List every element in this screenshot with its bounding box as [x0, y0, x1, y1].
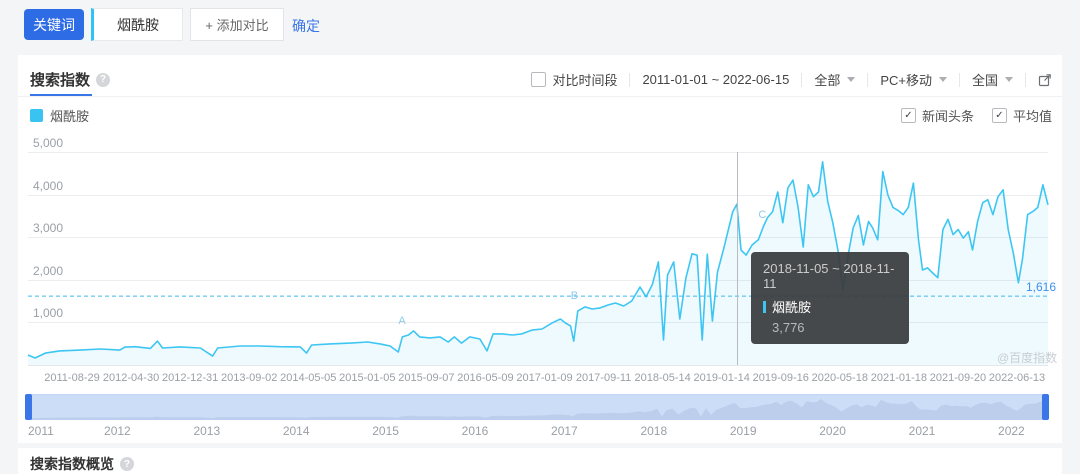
- toggle-label: 新闻头条: [921, 109, 974, 124]
- compare-period-label: 对比时间段: [552, 73, 618, 88]
- overview-panel: [18, 448, 1062, 474]
- tooltip-series-name: 烟酰胺: [772, 300, 812, 315]
- watermark: @百度指数: [997, 351, 1058, 365]
- export-icon: [1038, 73, 1051, 86]
- active-tab-underline: [30, 94, 92, 96]
- slider-mini-chart: [28, 399, 1046, 419]
- checkbox-icon[interactable]: ✓: [991, 108, 1007, 123]
- year-label-2019: 2019: [729, 424, 757, 438]
- year-label-2013: 2013: [193, 424, 221, 438]
- keyword-button[interactable]: 关键词: [24, 9, 84, 40]
- chevron-down-icon: [1005, 77, 1013, 82]
- year-label-2017: 2017: [551, 424, 578, 438]
- separator: [1025, 72, 1026, 87]
- chevron-down-icon: [847, 77, 856, 82]
- date-range-selector[interactable]: 2011-01-01 ~ 2022-06-15: [642, 72, 789, 87]
- date-range-value: 2011-01-01 ~ 2022-06-15: [642, 72, 790, 87]
- checkbox-icon[interactable]: [531, 72, 547, 87]
- timeline-slider-track[interactable]: [28, 394, 1048, 420]
- separator: [801, 72, 803, 87]
- series-legend[interactable]: 烟酰胺: [30, 106, 89, 125]
- separator: [958, 72, 960, 87]
- toggle-average[interactable]: ✓ 平均值: [991, 106, 1052, 125]
- device-value: PC+移动: [880, 73, 932, 88]
- tooltip-series-bar: [763, 300, 766, 313]
- header-divider: [18, 96, 1062, 97]
- panel-title: 搜索指数 ?: [30, 69, 111, 90]
- checkbox-icon[interactable]: ✓: [900, 108, 916, 123]
- marker-A: A: [398, 314, 406, 327]
- slider-handle-left[interactable]: [25, 394, 32, 420]
- x-axis-tick-label: 2022-06-13: [988, 372, 1046, 384]
- marker-B: B: [570, 290, 579, 303]
- tooltip-value: 3,776: [772, 320, 805, 335]
- compare-period-checkbox[interactable]: 对比时间段: [531, 70, 617, 89]
- year-label-2011: 2011: [28, 424, 54, 438]
- scope-value: 全部: [814, 73, 841, 88]
- overview-title-text: 搜索指数概览: [30, 456, 114, 472]
- separator: [629, 72, 631, 87]
- filter-row: 对比时间段 2011-01-01 ~ 2022-06-15 全部 PC+移动 全…: [531, 70, 1052, 89]
- separator: [867, 72, 869, 87]
- chevron-down-icon: [938, 77, 947, 82]
- year-label-2021: 2021: [908, 424, 936, 438]
- overview-title: 搜索指数概览 ?: [30, 454, 134, 474]
- year-label-2020: 2020: [819, 424, 846, 438]
- baidu-index-page: 关键词 烟酰胺 + 添加对比 确定 搜索指数 ? 对比时间段 2011-01-0…: [0, 0, 1080, 474]
- toggle-news-headlines[interactable]: ✓ 新闻头条: [900, 106, 974, 125]
- y-axis-tick-label: 5,000: [33, 136, 64, 150]
- legend-swatch: [30, 109, 43, 122]
- legend-label: 烟酰胺: [50, 109, 90, 124]
- year-label-2012: 2012: [104, 424, 131, 438]
- device-dropdown[interactable]: PC+移动: [880, 70, 947, 89]
- keyword-input[interactable]: 烟酰胺: [91, 8, 183, 41]
- year-label-2018: 2018: [640, 424, 668, 438]
- panel-title-text: 搜索指数: [30, 72, 91, 89]
- scope-dropdown[interactable]: 全部: [814, 70, 856, 89]
- slider-handle-right[interactable]: [1042, 394, 1049, 420]
- marker-C: C: [758, 208, 767, 221]
- region-value: 全国: [971, 73, 998, 88]
- x-axis-line: [28, 365, 1048, 366]
- help-icon[interactable]: ?: [96, 72, 111, 87]
- chart-toggles: ✓ 新闻头条 ✓ 平均值: [900, 106, 1052, 125]
- toggle-label: 平均值: [1012, 109, 1052, 124]
- export-button[interactable]: [1038, 73, 1052, 87]
- chart-tooltip: 2018-11-05 ~ 2018-11-11 烟酰胺 3,776: [751, 252, 909, 344]
- help-icon[interactable]: ?: [120, 457, 134, 471]
- region-dropdown[interactable]: 全国: [972, 70, 1013, 89]
- crosshair-line: [736, 152, 738, 365]
- year-label-2014: 2014: [282, 424, 310, 438]
- add-compare-button[interactable]: + 添加对比: [190, 8, 284, 41]
- year-label-2015: 2015: [372, 424, 399, 438]
- average-value-label: 1,616: [1025, 280, 1056, 295]
- year-label-2022: 2022: [998, 424, 1025, 438]
- confirm-link[interactable]: 确定: [292, 16, 320, 36]
- tooltip-date-range: 2018-11-05 ~ 2018-11-11: [763, 261, 895, 291]
- year-label-2016: 2016: [461, 424, 489, 438]
